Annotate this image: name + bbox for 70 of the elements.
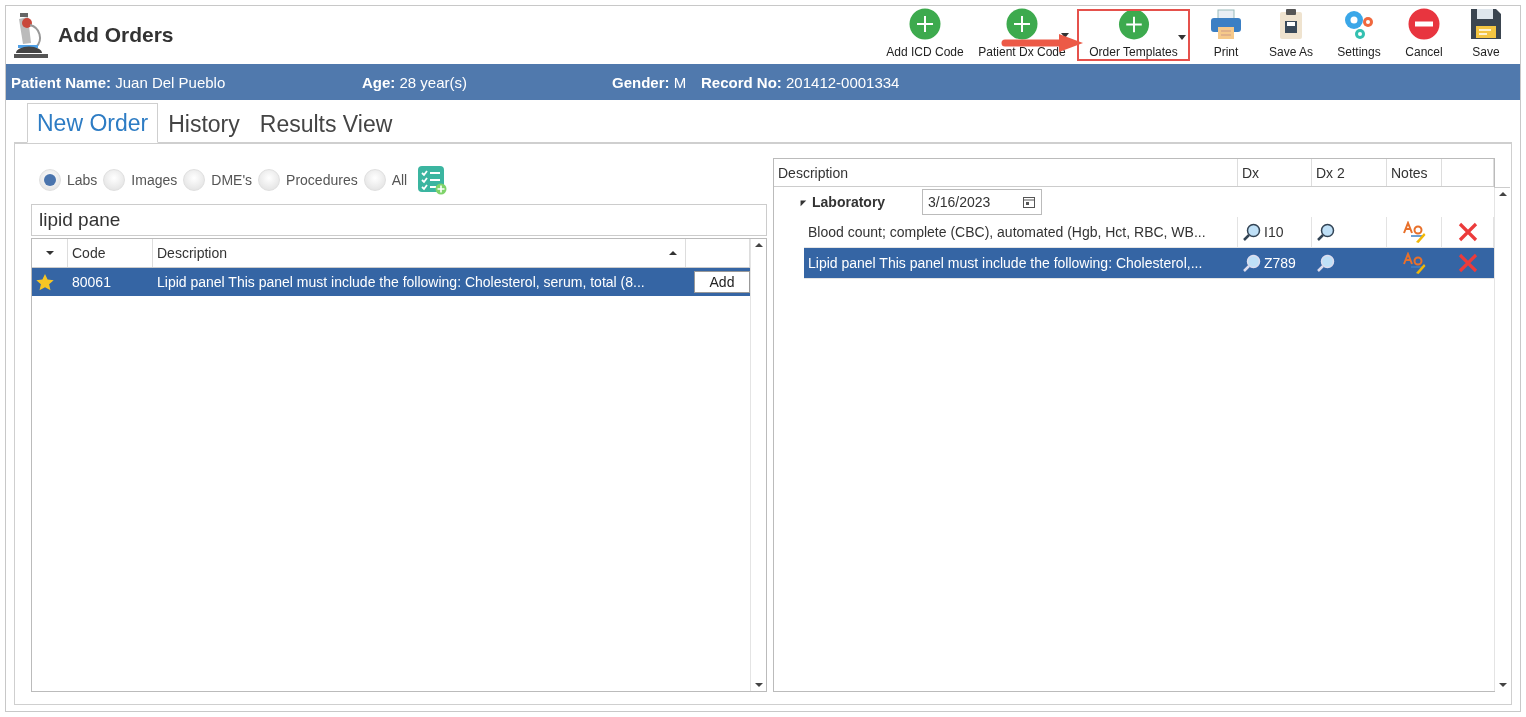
search-icon[interactable] — [1242, 222, 1261, 242]
scroll-up-icon[interactable] — [754, 243, 763, 247]
code-cell-text: 80061 — [71, 274, 112, 290]
column-header[interactable]: Code — [68, 239, 153, 267]
scroll-up-icon[interactable] — [1498, 192, 1507, 196]
delete-icon[interactable] — [1457, 222, 1478, 242]
scroll-down-icon[interactable] — [1498, 683, 1507, 687]
order-row[interactable]: Lipid panel This panel must include the following: Cholesterol,... Z789 — [804, 248, 1494, 279]
save-icon — [1470, 8, 1502, 40]
dropdown-caret-icon[interactable] — [1061, 33, 1069, 38]
column-header[interactable]: Dx 2 — [1312, 159, 1387, 186]
patient-info: Patient Name: Juan Del Pueblo — [11, 73, 227, 91]
cancel-button[interactable]: Cancel — [1392, 7, 1456, 63]
radio-label[interactable]: Procedures — [286, 172, 358, 188]
scroll-down-icon[interactable] — [754, 683, 763, 687]
add-button[interactable]: Add — [694, 271, 750, 293]
column-header[interactable]: Description — [153, 239, 686, 267]
radio-button[interactable] — [183, 169, 206, 191]
group-name: Laboratory — [812, 194, 887, 210]
result-row[interactable]: 80061 Lipid panel This panel must include the following: Cholesterol, serum, total (8... Add — [32, 268, 750, 296]
notes-icon[interactable] — [1402, 221, 1426, 243]
radio-label[interactable]: DME's — [211, 172, 253, 188]
description-cell: Blood count; complete (CBC), automated (Hgb, Hct, RBC, WB... — [804, 217, 1238, 247]
add-button[interactable]: Add ICD Code — [879, 7, 971, 63]
search-icon[interactable] — [1316, 222, 1335, 242]
radio-label[interactable]: Images — [131, 172, 178, 188]
radio-button[interactable] — [258, 169, 281, 191]
tab[interactable]: New Order — [27, 103, 159, 143]
add-icon — [1117, 9, 1150, 40]
radio-button[interactable] — [39, 169, 61, 191]
dx-code: Z789 — [1264, 255, 1296, 271]
patient-info: Age: 28 year(s) — [362, 73, 469, 91]
save-button[interactable]: Save — [1456, 7, 1516, 63]
saveas-button[interactable]: Save As — [1256, 7, 1326, 63]
tab[interactable]: Results View — [249, 104, 403, 143]
patient-info: Record No: 201412-0001334 — [701, 73, 901, 91]
dropdown-caret-icon[interactable] — [1178, 35, 1186, 40]
dx-code: I10 — [1264, 224, 1284, 240]
settings-button[interactable]: Settings — [1326, 7, 1392, 63]
calendar-icon[interactable] — [1023, 196, 1035, 208]
sort-icon — [669, 251, 677, 255]
add-icon — [1006, 8, 1038, 40]
column-header[interactable]: Notes — [1387, 159, 1442, 186]
radio-button[interactable] — [103, 169, 126, 191]
search-field[interactable]: lipid pane — [31, 204, 767, 236]
printer-icon — [1209, 8, 1243, 40]
checklist-icon[interactable] — [417, 165, 448, 195]
radio-label[interactable]: Labs — [67, 172, 98, 188]
column-header[interactable]: Description — [774, 159, 1238, 186]
date-field[interactable]: 3/16/2023 — [922, 189, 1042, 215]
patient-info: Gender: M — [612, 73, 688, 91]
description-cell: Lipid panel This panel must include the following: Cholesterol,... — [804, 248, 1238, 278]
filter-caret-icon[interactable] — [46, 251, 54, 255]
column-header[interactable]: Dx — [1238, 159, 1312, 186]
notes-icon[interactable] — [1402, 252, 1426, 274]
cancel-icon — [1408, 8, 1440, 40]
description-cell-text: Lipid panel This panel must include the following: Cholesterol, serum, total (8... — [156, 274, 646, 290]
microscope-icon — [12, 11, 50, 59]
search-icon[interactable] — [1242, 253, 1261, 273]
clipboard-icon — [1278, 8, 1304, 40]
print-button[interactable]: Print — [1196, 7, 1256, 63]
radio-label[interactable]: All — [391, 172, 408, 188]
radio-button[interactable] — [363, 169, 386, 191]
scrollbar[interactable] — [750, 239, 766, 691]
search-icon[interactable] — [1316, 253, 1335, 273]
tab[interactable]: History — [158, 104, 250, 143]
add-button[interactable]: Order Templates — [1077, 9, 1190, 61]
scrollbar[interactable] — [1494, 188, 1510, 691]
window-title: Add Orders — [58, 23, 174, 47]
add-icon — [909, 8, 941, 40]
